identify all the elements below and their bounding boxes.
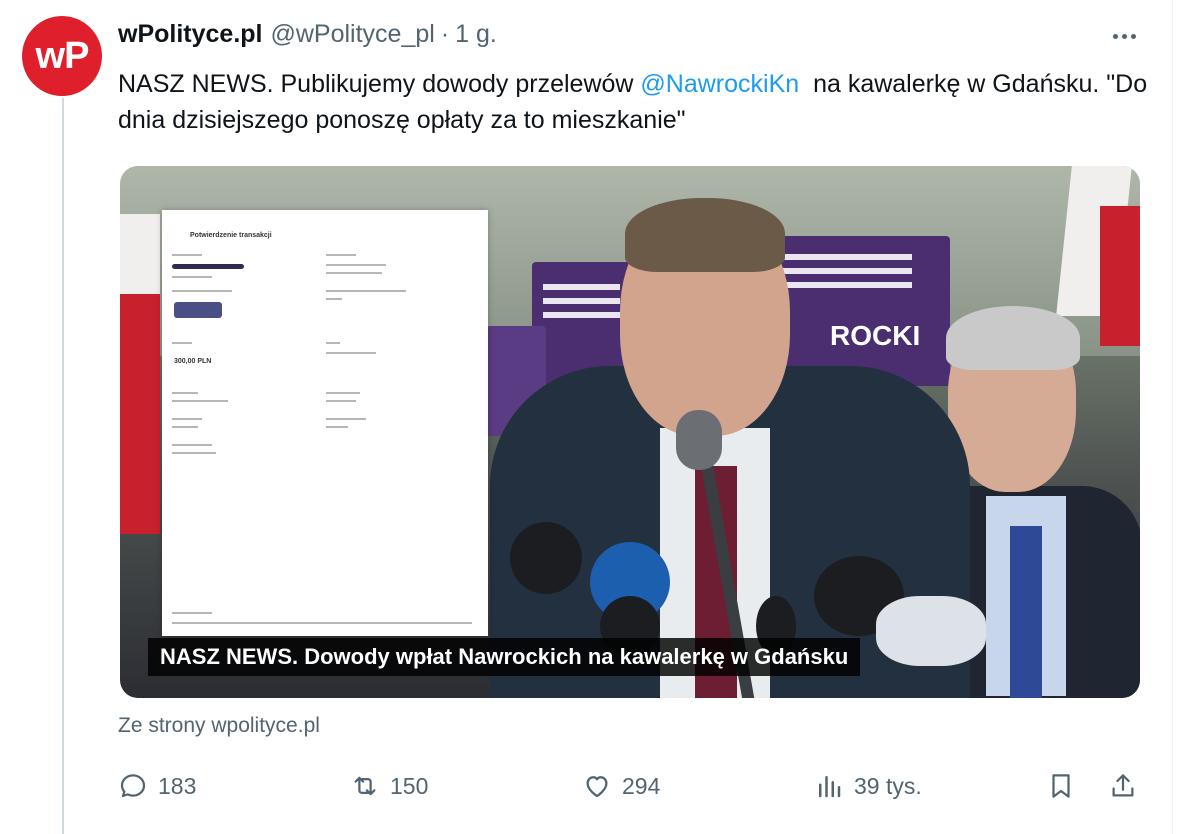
mention-link[interactable]: @NawrockiKn	[640, 70, 799, 98]
tweet-header: wPolityce.pl @wPolityce_pl · 1 g.	[118, 20, 497, 49]
tweet-timestamp[interactable]: 1 g.	[455, 20, 497, 49]
repost-icon	[354, 776, 376, 796]
views-count: 39 tys.	[854, 772, 922, 799]
flag-right-red	[1100, 206, 1140, 346]
person-background-hair	[946, 306, 1080, 370]
share-icon	[1112, 774, 1134, 797]
person-background-tie	[1010, 526, 1042, 698]
media-caption-text: NASZ NEWS. Dowody wpłat Nawrockich na ka…	[160, 644, 849, 669]
reply-button[interactable]: 183	[118, 764, 196, 808]
repost-count: 150	[390, 772, 429, 799]
link-source[interactable]: Ze strony wpolityce.pl	[118, 714, 320, 738]
reply-count: 183	[158, 772, 197, 799]
document-title: Potwierdzenie transakcji	[190, 232, 272, 239]
avatar-logo-text: wP	[35, 34, 90, 77]
views-button[interactable]: 39 tys.	[814, 764, 922, 808]
media-caption: NASZ NEWS. Dowody wpłat Nawrockich na ka…	[148, 638, 861, 676]
transaction-document: Potwierdzenie transakcji 300,00 PLN	[162, 210, 488, 636]
document-amount: 300,00 PLN	[174, 358, 212, 365]
like-count: 294	[622, 772, 661, 799]
reply-icon	[120, 774, 146, 798]
header-separator: ·	[440, 20, 450, 48]
timeline-border	[1172, 0, 1173, 834]
tweet-text-part1: NASZ NEWS. Publikujemy dowody przelewów	[118, 70, 641, 98]
flag-left-red	[120, 294, 160, 534]
sign-text: ROCKI	[830, 320, 921, 351]
author-avatar[interactable]: wP	[22, 16, 102, 96]
more-icon	[1112, 33, 1136, 39]
tweet-text: NASZ NEWS. Publikujemy dowody przelewów …	[118, 66, 1148, 138]
redaction-mark	[174, 302, 222, 318]
author-handle[interactable]: @wPolityce_pl	[270, 20, 434, 49]
repost-button[interactable]: 150	[350, 764, 428, 808]
microphone	[676, 410, 722, 470]
microphone	[510, 522, 582, 594]
media-card[interactable]: ROCKI Potwierdzenie transakcji 300,00 PL…	[120, 166, 1140, 698]
share-button[interactable]	[1108, 764, 1138, 808]
speaker-hair	[625, 198, 785, 272]
views-icon	[819, 776, 841, 798]
like-icon	[586, 776, 608, 798]
tweet-actions: 183 150 294 39 tys.	[118, 764, 1148, 808]
bookmark-button[interactable]	[1046, 764, 1076, 808]
redaction-mark	[172, 264, 244, 269]
bookmark-icon	[1052, 774, 1070, 798]
more-options-button[interactable]	[1104, 24, 1144, 48]
microphone	[876, 596, 986, 666]
author-name[interactable]: wPolityce.pl	[118, 20, 262, 49]
like-button[interactable]: 294	[582, 764, 660, 808]
thread-line	[62, 98, 64, 834]
flag-left-white	[120, 214, 160, 294]
